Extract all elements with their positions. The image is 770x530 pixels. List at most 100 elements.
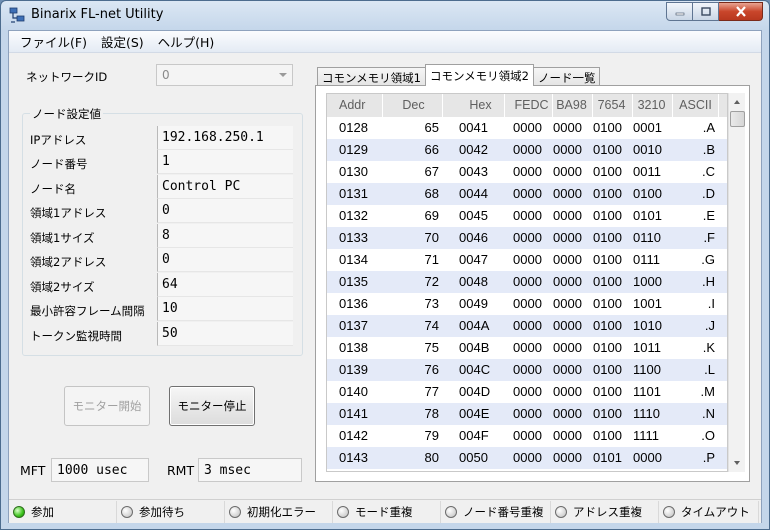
cell-hex: 004E [459,406,490,421]
maximize-button[interactable] [693,2,719,21]
cell-7654: 0100 [593,164,622,179]
cell-3210: 0011 [633,164,661,179]
status-label: 参加 [31,504,54,519]
table-row[interactable]: 0141 78 004E 0000 0000 0100 1110 .N [327,403,727,425]
cell-ascii: .M [700,384,715,399]
status-label: ノード番号重複 [463,504,544,519]
table-row[interactable]: 0139 76 004C 0000 0000 0100 1100 .L [327,359,727,381]
monitor-start-button[interactable]: モニター開始 [64,386,150,426]
cell-ascii: .A [702,120,715,135]
field-area2-address: 領域2アドレス 0 [27,248,295,273]
column-header-addr[interactable]: Addr [337,94,383,117]
cell-ba98: 0000 [553,186,582,201]
table-row[interactable]: 0140 77 004D 0000 0000 0100 1101 .M [327,381,727,403]
table-row[interactable]: 0130 67 0043 0000 0000 0100 0011 .C [327,161,727,183]
tab-node-list[interactable]: ノード一覧 [532,67,601,86]
cell-hex: 0043 [459,164,488,179]
column-header-ba98[interactable]: BA98 [551,94,593,117]
menu-settings[interactable]: 設定(S) [94,32,151,51]
grid-scrollbar[interactable] [728,93,745,472]
cell-ascii: .O [701,428,715,443]
field-label: 領域1アドレス [30,206,107,220]
field-area1-size: 領域1サイズ 8 [27,224,295,249]
cell-ba98: 0000 [553,340,582,355]
cell-3210: 1100 [633,362,661,377]
cell-hex: 004F [459,428,489,443]
table-row[interactable]: 0131 68 0044 0000 0000 0100 0100 .D [327,183,727,205]
memory-grid: Addr Dec Hex FEDC BA98 7654 3210 ASCII 0128 65 00… [326,93,728,472]
field-value: 64 [157,273,293,297]
app-window: Binarix FL-net Utility ファイル(F) 設定(S) ヘルプ… [0,0,770,530]
table-row[interactable]: 0135 72 0048 0000 0000 0100 1000 .H [327,271,727,293]
cell-ba98: 0000 [553,428,582,443]
cell-ascii: .E [702,208,715,223]
cell-hex: 0050 [459,450,488,465]
table-row[interactable]: 0133 70 0046 0000 0000 0100 0110 .F [327,227,727,249]
status-bar: 参加 参加待ち 初期化エラー モード重複 ノード番号重複 アドレス重複 タイムアウト [9,499,761,523]
cell-addr: 0130 [339,164,368,179]
cell-addr: 0131 [339,186,368,201]
cell-hex: 0046 [459,230,488,245]
title-bar[interactable]: Binarix FL-net Utility [1,1,769,29]
cell-fedc: 0000 [513,362,542,377]
minimize-button[interactable] [666,2,693,21]
status-label: タイムアウト [681,504,750,519]
cell-ba98: 0000 [553,120,582,135]
cell-ba98: 0000 [553,274,582,289]
tab-common-memory-2[interactable]: コモンメモリ領域2 [424,64,534,86]
field-node-name: ノード名 Control PC [27,175,295,200]
chevron-down-icon [279,73,287,77]
cell-fedc: 0000 [513,318,542,333]
column-header-7654[interactable]: 7654 [591,94,633,117]
cell-3210: 1000 [633,274,662,289]
table-row[interactable]: 0136 73 0049 0000 0000 0100 1001 .I [327,293,727,315]
table-row[interactable]: 0142 79 004F 0000 0000 0100 1111 .O [327,425,727,447]
menu-file[interactable]: ファイル(F) [13,32,94,51]
table-row[interactable]: 0134 71 0047 0000 0000 0100 0111 .G [327,249,727,271]
cell-ba98: 0000 [553,318,582,333]
cell-7654: 0100 [593,120,622,135]
maximize-icon [700,7,711,16]
column-header-dec[interactable]: Dec [385,94,443,117]
table-row[interactable]: 0128 65 0041 0000 0000 0100 0001 .A [327,117,727,139]
cell-ascii: .L [704,362,715,377]
status-indicator: モード重複 [333,500,441,523]
table-row[interactable]: 0143 80 0050 0000 0000 0101 0000 .P [327,447,727,469]
status-label: アドレス重複 [573,504,642,519]
cell-3210: 0110 [633,230,661,245]
table-row[interactable]: 0138 75 004B 0000 0000 0100 1011 .K [327,337,727,359]
cell-dec: 70 [424,230,439,245]
cell-ba98: 0000 [553,230,582,245]
menu-help[interactable]: ヘルプ(H) [151,32,222,51]
column-header-fedc[interactable]: FEDC [511,94,553,117]
table-row[interactable]: 0129 66 0042 0000 0000 0100 0010 .B [327,139,727,161]
network-id-select[interactable]: 0 [156,64,293,86]
cell-hex: 004D [459,384,491,399]
field-label: ノード番号 [30,157,88,171]
column-header-3210[interactable]: 3210 [631,94,673,117]
scroll-thumb[interactable] [730,111,745,127]
monitor-stop-button[interactable]: モニター停止 [169,386,255,426]
column-header-ascii[interactable]: ASCII [673,94,719,117]
cell-ba98: 0000 [553,406,582,421]
cell-fedc: 0000 [513,296,542,311]
cell-addr: 0137 [339,318,368,333]
cell-ascii: .K [702,340,715,355]
tab-common-memory-1[interactable]: コモンメモリ領域1 [317,67,426,86]
cell-3210: 1001 [633,296,662,311]
tab-panel: Addr Dec Hex FEDC BA98 7654 3210 ASCII 0128 65 00… [315,85,750,482]
field-label: 最小許容フレーム間隔 [30,304,145,318]
cell-7654: 0100 [593,186,622,201]
cell-7654: 0100 [593,274,622,289]
scroll-down-icon[interactable] [734,461,740,465]
table-row[interactable]: 0132 69 0045 0000 0000 0100 0101 .E [327,205,727,227]
column-header-hex[interactable]: Hex [457,94,505,117]
close-button[interactable] [719,2,763,21]
cell-addr: 0142 [339,428,368,443]
table-row[interactable]: 0137 74 004A 0000 0000 0100 1010 .J [327,315,727,337]
cell-dec: 77 [424,384,439,399]
scroll-up-icon[interactable] [734,100,740,104]
field-label: ノード名 [30,182,76,196]
cell-dec: 71 [424,252,439,267]
cell-ba98: 0000 [553,164,582,179]
